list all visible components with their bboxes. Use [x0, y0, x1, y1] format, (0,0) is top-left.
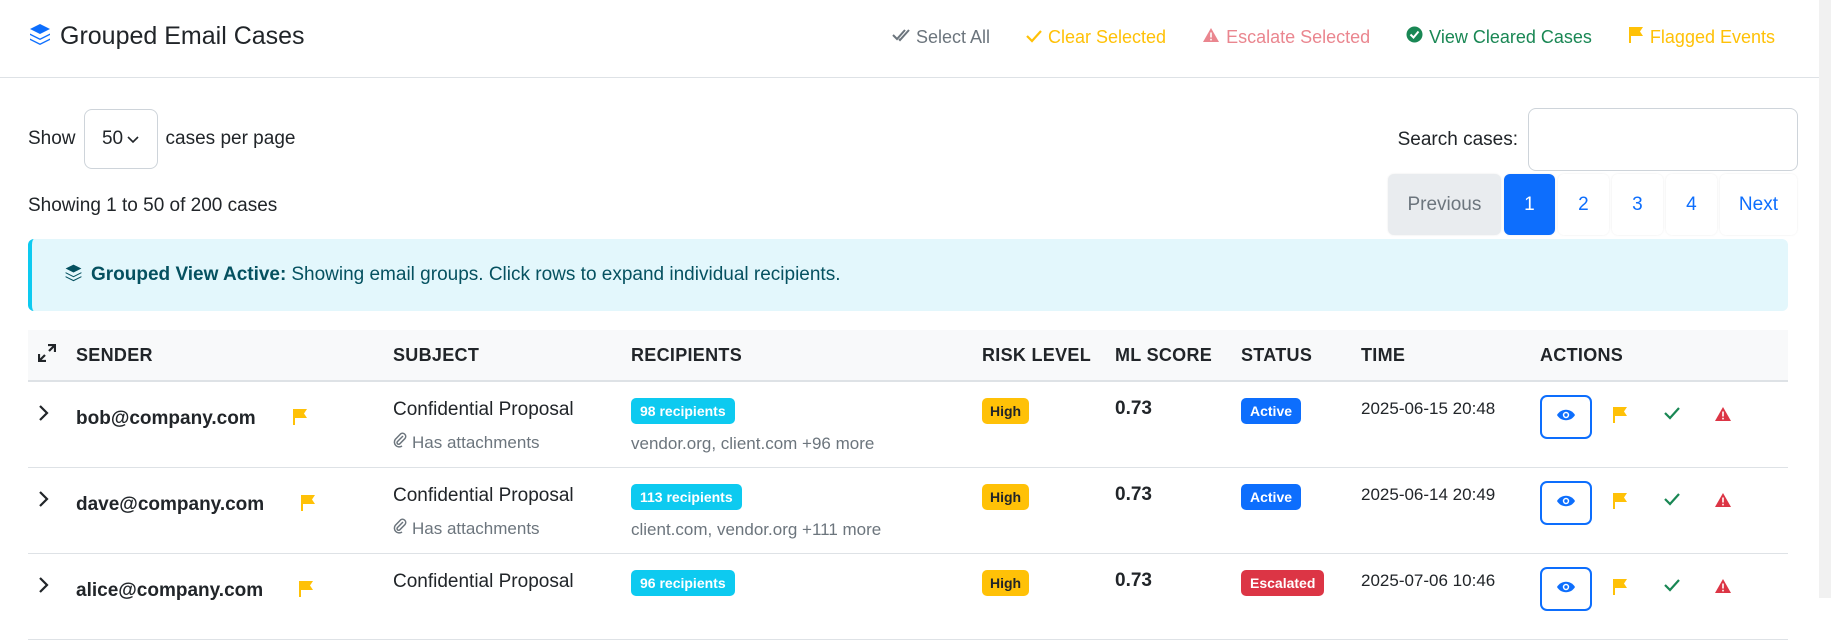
table-header: SENDER SUBJECT RECIPIENTS RISK LEVEL ML … — [28, 330, 1788, 382]
brand: Grouped Email Cases — [28, 22, 305, 51]
check-icon — [1026, 27, 1042, 48]
column-header-risk-level[interactable]: RISK LEVEL — [982, 345, 1091, 366]
escalate-button[interactable] — [1714, 406, 1732, 427]
subject: Confidential Proposal — [393, 571, 574, 592]
column-header-actions: ACTIONS — [1540, 345, 1624, 365]
next-page-button[interactable]: Next — [1719, 174, 1797, 235]
paperclip-icon — [393, 518, 407, 539]
risk-badge: High — [982, 484, 1030, 510]
clear-button[interactable] — [1664, 578, 1680, 597]
status-badge: Active — [1241, 484, 1302, 510]
attachment-info: Has attachments — [393, 518, 540, 539]
escalate-selected-button[interactable]: Escalate Selected — [1202, 26, 1370, 48]
flag-icon — [1628, 26, 1644, 48]
eye-icon — [1556, 580, 1576, 599]
search-label: Search cases: — [1397, 128, 1518, 150]
per-page-select[interactable]: 50 — [83, 109, 158, 169]
check-circle-icon — [1406, 26, 1423, 48]
column-header-subject[interactable]: SUBJECT — [393, 345, 479, 366]
table-row[interactable]: bob@company.com Confidential Proposal Ha… — [28, 382, 1788, 468]
column-header-status[interactable]: STATUS — [1241, 345, 1312, 366]
clear-selected-button[interactable]: Clear Selected — [1026, 26, 1166, 48]
select-all-button[interactable]: Select All — [892, 26, 990, 48]
column-header-ml-score[interactable]: ML SCORE — [1115, 345, 1212, 366]
sender-email: alice@company.com — [76, 580, 264, 601]
page-button-3[interactable]: 3 — [1611, 174, 1663, 235]
grouped-view-alert: Grouped View Active: Showing email group… — [28, 239, 1788, 311]
flagged-events-button[interactable]: Flagged Events — [1628, 26, 1775, 48]
subject: Confidential Proposal — [393, 485, 574, 506]
view-button[interactable] — [1540, 481, 1592, 525]
eye-icon — [1556, 408, 1576, 427]
view-button[interactable] — [1540, 567, 1592, 611]
timestamp: 2025-06-14 20:49 — [1361, 485, 1496, 504]
column-header-recipients[interactable]: RECIPIENTS — [631, 345, 742, 366]
page-button-4[interactable]: 4 — [1665, 174, 1717, 235]
recipients-badge: 98 recipients — [631, 398, 735, 424]
page-scrollbar[interactable] — [1819, 0, 1831, 598]
view-cleared-cases-button[interactable]: View Cleared Cases — [1406, 26, 1592, 48]
sender-email: dave@company.com — [76, 494, 265, 515]
chevron-down-icon — [127, 128, 139, 150]
recipients-badge: 113 recipients — [631, 484, 742, 510]
chevron-right-icon[interactable] — [38, 402, 50, 428]
page-button-1[interactable]: 1 — [1503, 174, 1555, 235]
table-row[interactable]: dave@company.com Confidential Proposal H… — [28, 468, 1788, 554]
risk-badge: High — [982, 398, 1030, 424]
previous-page-button[interactable]: Previous — [1387, 174, 1501, 235]
recipients-badge: 96 recipients — [631, 570, 735, 596]
timestamp: 2025-07-06 10:46 — [1361, 571, 1496, 590]
layers-icon — [64, 263, 83, 288]
clear-button[interactable] — [1664, 492, 1680, 511]
view-button[interactable] — [1540, 395, 1592, 439]
per-page-control: Show 50 cases per page — [28, 109, 295, 169]
status-badge: Active — [1241, 398, 1302, 424]
pagination: Previous 1 2 3 4 Next — [1387, 174, 1797, 235]
chevron-right-icon[interactable] — [38, 574, 50, 600]
ml-score: 0.73 — [1115, 484, 1152, 505]
recipient-domains: client.com, vendor.org +111 more — [631, 520, 882, 539]
flag-button[interactable] — [1612, 406, 1628, 428]
chevron-right-icon[interactable] — [38, 488, 50, 514]
subject: Confidential Proposal — [393, 399, 574, 420]
paperclip-icon — [393, 432, 407, 453]
top-navbar: Grouped Email Cases Select All Clear Sel… — [0, 0, 1819, 78]
cases-table: SENDER SUBJECT RECIPIENTS RISK LEVEL ML … — [28, 330, 1788, 640]
ml-score: 0.73 — [1115, 570, 1152, 591]
alert-text: Showing email groups. Click rows to expa… — [291, 264, 841, 285]
sender-email: bob@company.com — [76, 408, 256, 429]
column-header-sender[interactable]: SENDER — [76, 345, 153, 366]
page-button-2[interactable]: 2 — [1557, 174, 1609, 235]
bulk-actions: Select All Clear Selected Escalate Selec… — [892, 26, 1775, 48]
clear-button[interactable] — [1664, 406, 1680, 425]
attachment-info: Has attachments — [393, 432, 540, 453]
page-title: Grouped Email Cases — [60, 22, 305, 50]
warning-icon — [1202, 27, 1220, 48]
results-info: Showing 1 to 50 of 200 cases — [28, 195, 278, 216]
flag-button[interactable] — [1612, 492, 1628, 514]
escalate-button[interactable] — [1714, 578, 1732, 599]
flag-button[interactable] — [1612, 578, 1628, 600]
layers-icon — [28, 22, 52, 51]
ml-score: 0.73 — [1115, 398, 1152, 419]
status-badge: Escalated — [1241, 570, 1325, 596]
expand-all-icon[interactable] — [37, 343, 57, 367]
flag-icon — [292, 408, 308, 430]
flag-icon — [298, 580, 314, 602]
recipient-domains: vendor.org, client.com +96 more — [631, 434, 875, 453]
timestamp: 2025-06-15 20:48 — [1361, 399, 1496, 418]
column-header-time[interactable]: TIME — [1361, 345, 1405, 366]
per-page-suffix: cases per page — [165, 128, 296, 149]
search-control: Search cases: — [1398, 108, 1798, 171]
double-check-icon — [892, 27, 910, 48]
show-label: Show — [28, 128, 76, 149]
escalate-button[interactable] — [1714, 492, 1732, 513]
risk-badge: High — [982, 570, 1030, 596]
search-input[interactable] — [1528, 108, 1798, 171]
eye-icon — [1556, 494, 1576, 513]
flag-icon — [300, 494, 316, 516]
table-row[interactable]: alice@company.com Confidential Proposal … — [28, 554, 1788, 640]
alert-title: Grouped View Active: — [91, 264, 287, 285]
